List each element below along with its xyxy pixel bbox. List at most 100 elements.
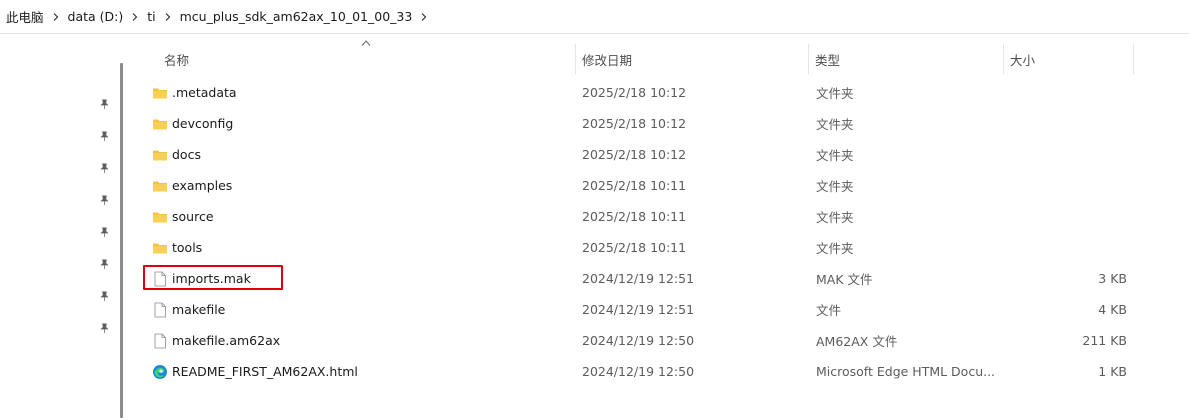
file-name: examples — [172, 178, 233, 193]
name-cell: docs — [152, 139, 201, 170]
folder-icon — [152, 178, 168, 194]
pin-icon[interactable] — [97, 321, 111, 335]
folder-icon — [152, 85, 168, 101]
file-name: README_FIRST_AM62AX.html — [172, 364, 358, 379]
file-name: devconfig — [172, 116, 234, 131]
column-header-type[interactable]: 类型 — [807, 44, 1003, 74]
name-cell: imports.mak — [152, 263, 251, 294]
navigation-pane — [0, 35, 130, 418]
chevron-right-icon[interactable] — [414, 12, 434, 21]
column-divider[interactable] — [1133, 44, 1134, 74]
name-cell: makefile — [152, 294, 225, 325]
pin-icon[interactable] — [97, 193, 111, 207]
column-header-date[interactable]: 修改日期 — [574, 44, 808, 74]
column-header-label: 类型 — [815, 52, 841, 68]
date-cell: 2024/12/19 12:51 — [582, 271, 695, 286]
file-row-docs[interactable]: docs 2025/2/18 10:12 文件夹 — [135, 139, 1189, 170]
type-cell: 文件夹 — [816, 148, 854, 163]
breadcrumb-label: mcu_plus_sdk_am62ax_10_01_00_33 — [179, 9, 413, 24]
type-cell: 文件夹 — [816, 86, 854, 101]
column-header-label: 名称 — [164, 52, 190, 68]
file-icon — [152, 333, 168, 349]
name-cell: source — [152, 201, 214, 232]
file-list: .metadata 2025/2/18 10:12 文件夹 devconfig … — [135, 77, 1189, 387]
pin-icon[interactable] — [97, 129, 111, 143]
date-cell: 2025/2/18 10:12 — [582, 116, 687, 131]
file-name: makefile.am62ax — [172, 333, 281, 348]
nav-scrollbar[interactable] — [120, 63, 123, 418]
type-cell: AM62AX 文件 — [816, 334, 898, 349]
file-row-metadata[interactable]: .metadata 2025/2/18 10:12 文件夹 — [135, 77, 1189, 108]
file-row-examples[interactable]: examples 2025/2/18 10:11 文件夹 — [135, 170, 1189, 201]
column-header-name[interactable]: 名称 — [156, 44, 575, 74]
name-cell: examples — [152, 170, 232, 201]
size-cell: 211 KB — [1082, 333, 1127, 348]
breadcrumb-label: 此电脑 — [6, 10, 44, 25]
column-header-label: 修改日期 — [582, 52, 633, 68]
date-cell: 2025/2/18 10:12 — [582, 147, 687, 162]
type-cell: 文件夹 — [816, 241, 854, 256]
file-row-tools[interactable]: tools 2025/2/18 10:11 文件夹 — [135, 232, 1189, 263]
file-row-imports-mak[interactable]: imports.mak 2024/12/19 12:51 MAK 文件 3 KB — [135, 263, 1189, 294]
breadcrumb-label: ti — [147, 9, 156, 24]
date-cell: 2024/12/19 12:50 — [582, 333, 695, 348]
file-name: source — [172, 209, 214, 224]
folder-icon — [152, 240, 168, 256]
pin-icon[interactable] — [97, 161, 111, 175]
date-cell: 2025/2/18 10:11 — [582, 209, 687, 224]
size-cell — [1005, 201, 1127, 232]
pin-icon[interactable] — [97, 225, 111, 239]
breadcrumb-item-this-pc[interactable]: 此电脑 — [4, 5, 46, 29]
file-row-readme-html[interactable]: README_FIRST_AM62AX.html 2024/12/19 12:5… — [135, 356, 1189, 387]
size-cell: 1 KB — [1098, 364, 1127, 379]
edge-icon — [152, 364, 168, 380]
size-cell — [1005, 139, 1127, 170]
date-cell: 2025/2/18 10:11 — [582, 178, 687, 193]
column-headers: 名称 修改日期 类型 大小 — [135, 40, 1189, 74]
folder-icon — [152, 209, 168, 225]
size-cell — [1005, 232, 1127, 263]
breadcrumb-item-ti[interactable]: ti — [145, 5, 157, 29]
date-cell: 2025/2/18 10:12 — [582, 85, 687, 100]
size-cell: 4 KB — [1098, 302, 1127, 317]
type-cell: 文件夹 — [816, 117, 854, 132]
size-cell: 3 KB — [1098, 271, 1127, 286]
date-cell: 2025/2/18 10:11 — [582, 240, 687, 255]
file-row-devconfig[interactable]: devconfig 2025/2/18 10:12 文件夹 — [135, 108, 1189, 139]
file-name: docs — [172, 147, 201, 162]
file-row-makefile[interactable]: makefile 2024/12/19 12:51 文件 4 KB — [135, 294, 1189, 325]
pin-icon[interactable] — [97, 97, 111, 111]
pin-icon[interactable] — [97, 257, 111, 271]
file-name: .metadata — [172, 85, 237, 100]
column-header-size[interactable]: 大小 — [1002, 44, 1133, 74]
name-cell: .metadata — [152, 77, 237, 108]
name-cell: tools — [152, 232, 202, 263]
breadcrumb-label: data (D:) — [67, 9, 124, 24]
pin-icon[interactable] — [97, 289, 111, 303]
breadcrumb-item-sdk-folder[interactable]: mcu_plus_sdk_am62ax_10_01_00_33 — [178, 5, 415, 29]
chevron-right-icon[interactable] — [46, 12, 66, 21]
file-row-source[interactable]: source 2025/2/18 10:11 文件夹 — [135, 201, 1189, 232]
type-cell: 文件 — [816, 303, 842, 318]
breadcrumb-item-data-drive[interactable]: data (D:) — [66, 5, 126, 29]
folder-icon — [152, 116, 168, 132]
name-cell: makefile.am62ax — [152, 325, 280, 356]
file-icon — [152, 302, 168, 318]
breadcrumb: 此电脑 data (D:) ti mcu_plus_sdk_am62ax_10_… — [0, 0, 1189, 34]
folder-icon — [152, 147, 168, 163]
chevron-right-icon[interactable] — [125, 12, 145, 21]
size-cell — [1005, 77, 1127, 108]
column-header-label: 大小 — [1010, 52, 1036, 68]
date-cell: 2024/12/19 12:51 — [582, 302, 695, 317]
type-cell: MAK 文件 — [816, 272, 873, 287]
file-name: imports.mak — [172, 271, 251, 286]
file-row-makefile-am62ax[interactable]: makefile.am62ax 2024/12/19 12:50 AM62AX … — [135, 325, 1189, 356]
file-name: tools — [172, 240, 203, 255]
file-name: makefile — [172, 302, 226, 317]
file-explorer-window: 此电脑 data (D:) ti mcu_plus_sdk_am62ax_10_… — [0, 0, 1189, 418]
chevron-right-icon[interactable] — [158, 12, 178, 21]
date-cell: 2024/12/19 12:50 — [582, 364, 695, 379]
type-cell: 文件夹 — [816, 179, 854, 194]
size-cell — [1005, 170, 1127, 201]
size-cell — [1005, 108, 1127, 139]
